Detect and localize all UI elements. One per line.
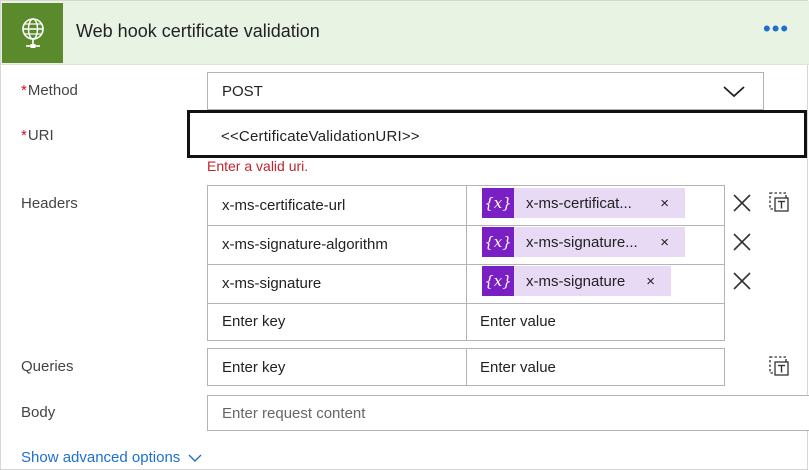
header-key-cell[interactable]: x-ms-certificate-url [208,186,466,225]
token-label: x-ms-certificat... [526,194,632,212]
dynamic-content-token[interactable]: {x} x-ms-certificat... × [482,188,685,218]
delete-row-icon[interactable] [731,270,753,292]
expression-icon: {x} [482,227,514,257]
switch-text-mode-icon[interactable] [768,355,790,377]
dynamic-content-token[interactable]: {x} x-ms-signature... × [482,227,685,257]
body-input[interactable]: Enter request content [207,395,809,431]
chevron-down-icon [188,454,202,462]
header-value-input[interactable]: Enter value [466,303,724,340]
queries-table: Enter key Enter value [207,348,725,386]
card-header[interactable]: Web hook certificate validation ••• [1,1,809,65]
header-key-cell[interactable]: x-ms-signature [208,264,466,303]
chevron-down-icon [723,86,745,98]
uri-error-message: Enter a valid uri. [207,158,309,174]
query-value-input[interactable]: Enter value [466,349,724,385]
show-advanced-options-link[interactable]: Show advanced options [21,449,202,466]
http-globe-icon [2,3,63,63]
token-label: x-ms-signature [526,272,626,290]
method-label-text: Method [27,82,78,99]
method-select[interactable]: POST [207,72,764,110]
switch-text-mode-icon[interactable] [768,191,790,213]
remove-token-icon[interactable]: × [646,273,655,290]
delete-row-icon[interactable] [731,192,753,214]
action-card: Web hook certificate validation ••• *Met… [0,0,809,470]
more-options-button[interactable]: ••• [763,16,789,42]
token-label: x-ms-signature... [526,233,638,251]
uri-label: *URI [21,127,54,144]
dynamic-content-token[interactable]: {x} x-ms-signature × [482,266,671,296]
body-label: Body [21,404,56,421]
uri-label-text: URI [27,127,54,144]
uri-highlight-outline [187,110,807,158]
header-key-input[interactable]: Enter key [208,303,466,340]
header-key-cell[interactable]: x-ms-signature-algorithm [208,225,466,264]
delete-row-icon[interactable] [731,231,753,253]
method-select-value: POST [222,82,263,100]
headers-label: Headers [21,195,78,212]
expression-icon: {x} [482,188,514,218]
required-marker: * [21,127,27,144]
method-label: *Method [21,82,78,99]
remove-token-icon[interactable]: × [660,195,669,212]
query-key-input[interactable]: Enter key [208,349,466,385]
card-title: Web hook certificate validation [76,21,320,41]
expression-icon: {x} [482,266,514,296]
required-marker: * [21,82,27,99]
queries-label: Queries [21,358,74,375]
remove-token-icon[interactable]: × [660,234,669,251]
advanced-options-label: Show advanced options [21,449,181,466]
